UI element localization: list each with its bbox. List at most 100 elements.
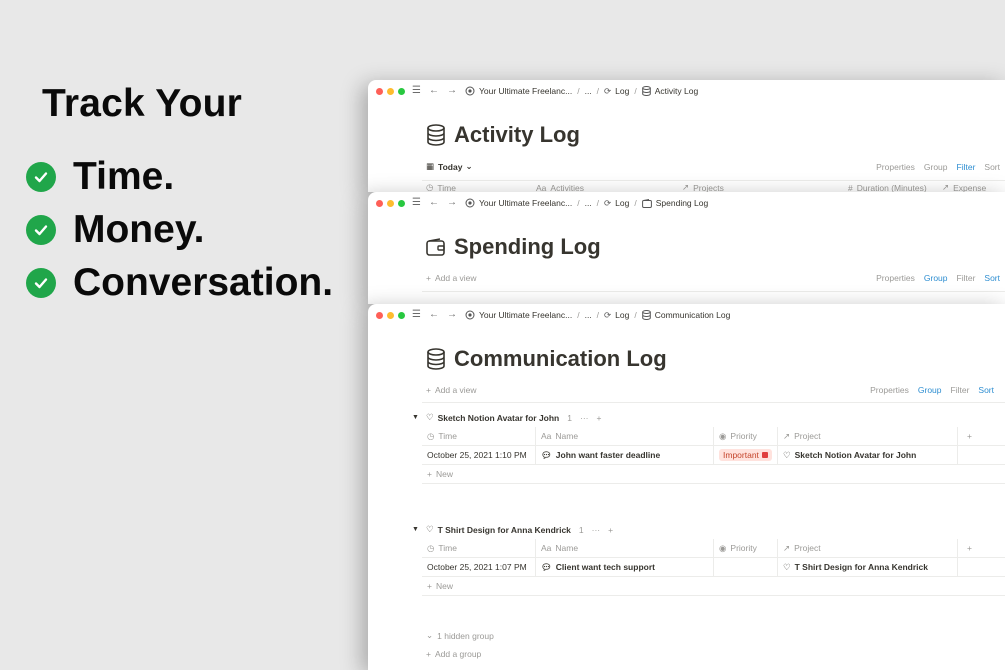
text-icon: Aa	[541, 543, 552, 553]
menu-icon[interactable]: ☰	[412, 86, 421, 96]
forward-arrow-icon[interactable]: →	[447, 86, 457, 96]
cell-priority[interactable]: Important	[714, 446, 778, 464]
back-arrow-icon[interactable]: ←	[429, 310, 439, 320]
menu-icon[interactable]: ☰	[412, 198, 421, 208]
sort-button[interactable]: Sort	[978, 385, 994, 395]
breadcrumb-workspace[interactable]: Your Ultimate Freelanc...	[479, 198, 572, 208]
column-project[interactable]: ↗ Project	[778, 427, 958, 445]
cell-time[interactable]: October 25, 2021 1:10 PM	[422, 446, 536, 464]
cell-time[interactable]: October 25, 2021 1:07 PM	[422, 558, 536, 576]
cell-name[interactable]: 💬︎ Client want tech support	[536, 558, 714, 576]
database-icon	[641, 310, 651, 320]
page-title: Activity Log	[426, 122, 580, 148]
menu-icon[interactable]: ☰	[412, 310, 421, 320]
forward-arrow-icon[interactable]: →	[447, 198, 457, 208]
plus-icon: +	[427, 469, 432, 479]
minimize-window-button[interactable]	[387, 199, 394, 207]
add-view-button[interactable]: + Add a view	[426, 385, 477, 395]
column-time[interactable]: ◷ Time	[422, 427, 536, 445]
minimize-window-button[interactable]	[387, 311, 394, 319]
close-window-button[interactable]	[376, 87, 383, 95]
cell-project[interactable]: ♡ Sketch Notion Avatar for John	[778, 446, 958, 464]
column-name[interactable]: Aa Name	[536, 539, 714, 557]
minimize-window-button[interactable]	[387, 87, 394, 95]
collapse-triangle-icon[interactable]: ▼	[412, 414, 419, 421]
red-square-icon	[761, 452, 768, 458]
group-header[interactable]: ▼ ♡ Sketch Notion Avatar for John 1 ··· …	[412, 412, 601, 423]
breadcrumb-ellipsis[interactable]: ...	[585, 198, 592, 208]
back-arrow-icon[interactable]: ←	[429, 86, 439, 96]
maximize-window-button[interactable]	[398, 199, 405, 207]
add-row-icon[interactable]: +	[597, 413, 602, 423]
table-header: ◷ Time Aa Name ◉ Priority ↗ Project +	[422, 539, 1005, 558]
close-window-button[interactable]	[376, 311, 383, 319]
add-column-button[interactable]: +	[958, 427, 1005, 445]
breadcrumb-current[interactable]: Activity Log	[655, 86, 698, 96]
add-column-button[interactable]: +	[958, 539, 1005, 557]
breadcrumb-log[interactable]: Log	[615, 310, 629, 320]
breadcrumb-log[interactable]: Log	[615, 86, 629, 96]
column-duration[interactable]: # Duration (Minutes)	[844, 181, 938, 193]
column-activities[interactable]: Aa Activities	[532, 181, 678, 193]
properties-button[interactable]: Properties	[876, 162, 915, 172]
table-icon: ▦	[426, 161, 435, 171]
properties-button[interactable]: Properties	[876, 273, 915, 283]
maximize-window-button[interactable]	[398, 87, 405, 95]
new-row-button[interactable]: + New	[422, 465, 1005, 484]
maximize-window-button[interactable]	[398, 311, 405, 319]
column-expense[interactable]: ↗ Expense	[938, 181, 1005, 192]
add-view-button[interactable]: + Add a view	[426, 273, 477, 283]
column-project[interactable]: ↗ Project	[778, 539, 958, 557]
clock-icon: ◷	[427, 430, 435, 441]
breadcrumb-workspace[interactable]: Your Ultimate Freelanc...	[479, 310, 572, 320]
text-icon: Aa	[536, 182, 547, 193]
breadcrumb-ellipsis[interactable]: ...	[585, 310, 592, 320]
sort-button[interactable]: Sort	[984, 162, 1000, 172]
clock-icon: ◷	[427, 542, 435, 553]
more-options-icon[interactable]: ···	[580, 413, 589, 423]
breadcrumb-current[interactable]: Spending Log	[656, 198, 708, 208]
view-bar: ▦ Today ⌄ Properties Group Filter Sort	[426, 161, 1005, 172]
window-topbar: ☰ ← → Your Ultimate Freelanc... / ... / …	[368, 304, 1005, 326]
breadcrumb-log[interactable]: Log	[615, 198, 629, 208]
filter-button[interactable]: Filter	[957, 273, 976, 283]
column-priority[interactable]: ◉ Priority	[714, 427, 778, 445]
select-icon: ◉	[719, 542, 727, 553]
column-time[interactable]: ◷ Time	[422, 539, 536, 557]
forward-arrow-icon[interactable]: →	[447, 310, 457, 320]
cell-project[interactable]: ♡ T Shirt Design for Anna Kendrick	[778, 558, 958, 576]
cell-name[interactable]: 💬︎ John want faster deadline	[536, 446, 714, 464]
column-priority[interactable]: ◉ Priority	[714, 539, 778, 557]
group-button[interactable]: Group	[924, 273, 948, 283]
column-projects[interactable]: ↗ Projects	[678, 181, 844, 192]
relation-arrow-icon: ↗	[942, 182, 950, 192]
group-button[interactable]: Group	[918, 385, 942, 395]
back-arrow-icon[interactable]: ←	[429, 198, 439, 208]
column-name[interactable]: Aa Name	[536, 427, 714, 445]
sort-button[interactable]: Sort	[984, 273, 1000, 283]
filter-button[interactable]: Filter	[957, 162, 976, 172]
breadcrumb-workspace[interactable]: Your Ultimate Freelanc...	[479, 86, 572, 96]
properties-button[interactable]: Properties	[870, 385, 909, 395]
add-row-icon[interactable]: +	[608, 525, 613, 535]
filter-button[interactable]: Filter	[951, 385, 970, 395]
page-title: Communication Log	[426, 346, 667, 372]
collapse-triangle-icon[interactable]: ▼	[412, 526, 419, 533]
group-header[interactable]: ▼ ♡ T Shirt Design for Anna Kendrick 1 ·…	[412, 524, 613, 535]
more-options-icon[interactable]: ···	[592, 525, 601, 535]
close-window-button[interactable]	[376, 199, 383, 207]
add-group-button[interactable]: + Add a group	[426, 649, 481, 659]
cell-priority[interactable]	[714, 558, 778, 576]
view-selector[interactable]: ▦ Today ⌄	[426, 161, 473, 172]
column-time[interactable]: ◷ Time	[422, 181, 532, 192]
window-topbar: ☰ ← → Your Ultimate Freelanc... / ... / …	[368, 80, 1005, 102]
promo-item-money: Money.	[26, 203, 333, 256]
hidden-group-toggle[interactable]: ⌄ 1 hidden group	[426, 630, 494, 641]
group-button[interactable]: Group	[924, 162, 948, 172]
breadcrumb-current[interactable]: Communication Log	[655, 310, 731, 320]
new-row-button[interactable]: + New	[422, 577, 1005, 596]
table-row[interactable]: October 25, 2021 1:07 PM 💬︎ Client want t…	[422, 558, 1005, 577]
table-header: ◷ Time Aa Name ◉ Priority ↗ Project +	[422, 427, 1005, 446]
table-row[interactable]: October 25, 2021 1:10 PM 💬︎ John want fas…	[422, 446, 1005, 465]
breadcrumb-ellipsis[interactable]: ...	[585, 86, 592, 96]
